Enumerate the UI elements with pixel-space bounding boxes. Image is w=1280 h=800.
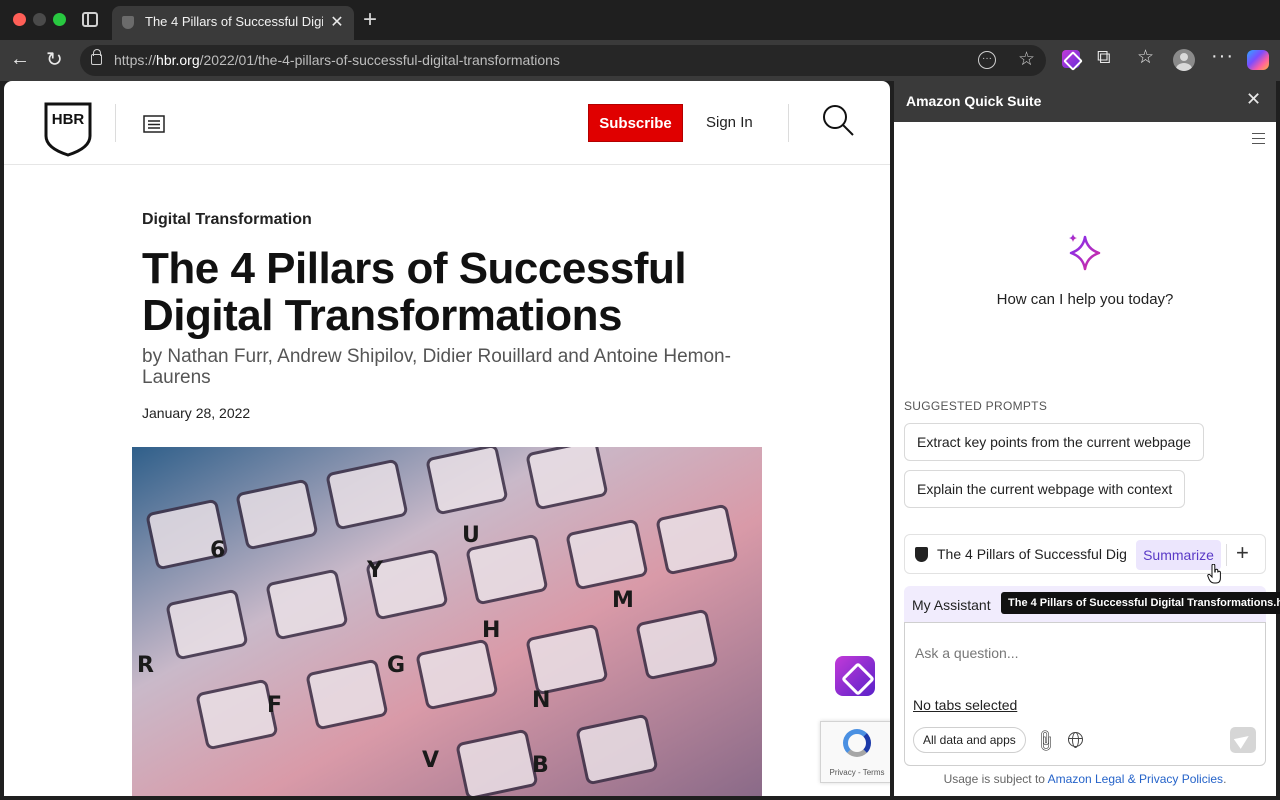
profile-icon[interactable] <box>1173 49 1195 71</box>
browser-window: The 4 Pillars of Successful Digital Tran… <box>0 0 1280 800</box>
hbr-favicon-icon <box>122 16 134 29</box>
svg-text:N: N <box>532 688 550 713</box>
context-page-title: The 4 Pillars of Successful Digital Tran… <box>937 546 1127 562</box>
hand-cursor-icon <box>1207 564 1221 584</box>
recaptcha-icon <box>843 729 871 757</box>
copilot-icon[interactable] <box>1247 50 1269 70</box>
quick-suite-float-button[interactable] <box>835 656 875 696</box>
context-divider <box>1226 544 1227 566</box>
close-window-button[interactable] <box>13 13 26 26</box>
svg-text:Y: Y <box>366 558 384 583</box>
legal-notice: Usage is subject to Amazon Legal & Priva… <box>943 772 1227 786</box>
suggested-prompt[interactable]: Extract key points from the current webp… <box>904 423 1204 461</box>
favorites-icon[interactable]: ☆ <box>1137 46 1154 69</box>
question-composer[interactable]: Ask a question... No tabs selected All d… <box>904 622 1266 766</box>
address-bar[interactable]: https://hbr.org/2022/01/the-4-pillars-of… <box>80 45 1046 76</box>
send-icon[interactable] <box>1230 727 1256 753</box>
greeting-text: How can I help you today? <box>996 291 1174 308</box>
suggested-prompts-label: SUGGESTED PROMPTS <box>904 399 1048 413</box>
hero-image: 6 Y U H G M N F R B V <box>132 447 762 796</box>
puzzle-icon[interactable]: ⧉ <box>1097 47 1111 69</box>
header-divider <box>115 104 116 142</box>
question-input[interactable]: Ask a question... <box>915 645 1019 661</box>
data-scope-button[interactable]: All data and apps <box>913 727 1026 753</box>
panel-header: Amazon Quick Suite ✕ <box>894 81 1276 122</box>
paperclip-icon[interactable]: 📎︎ <box>1031 727 1060 756</box>
sidebar-toggle-icon[interactable] <box>82 12 98 27</box>
svg-text:R: R <box>137 653 154 678</box>
globe-icon[interactable] <box>1068 732 1083 748</box>
reload-icon[interactable]: ↻ <box>46 47 63 72</box>
svg-text:HBR: HBR <box>52 111 85 128</box>
web-page: HBR Subscribe Sign In Digital Transforma… <box>4 81 890 796</box>
header-divider <box>788 104 789 142</box>
maximize-window-button[interactable] <box>53 13 66 26</box>
article-headline: The 4 Pillars of Successful Digital Tran… <box>142 244 687 340</box>
back-icon[interactable]: ← <box>10 48 30 71</box>
article-byline: by Nathan Furr, Andrew Shipilov, Didier … <box>142 346 731 388</box>
legal-link[interactable]: Amazon Legal & Privacy Policies <box>1048 772 1223 786</box>
subscribe-button[interactable]: Subscribe <box>588 104 683 142</box>
star-icon[interactable]: ☆ <box>1018 48 1035 71</box>
recaptcha-links[interactable]: Privacy - Terms <box>821 768 890 777</box>
svg-text:6: 6 <box>210 538 225 563</box>
svg-text:F: F <box>267 693 282 718</box>
quick-suite-extension-icon[interactable] <box>1062 50 1080 68</box>
new-tab-button[interactable]: + <box>363 6 377 34</box>
lock-icon[interactable] <box>91 49 102 65</box>
article-topic[interactable]: Digital Transformation <box>142 211 312 229</box>
file-tooltip: The 4 Pillars of Successful Digital Tran… <box>1001 592 1280 614</box>
add-context-button[interactable]: + <box>1236 540 1249 566</box>
svg-text:V: V <box>422 748 439 773</box>
browser-toolbar: ← ↻ https://hbr.org/2022/01/the-4-pillar… <box>0 40 1280 81</box>
article-date: January 28, 2022 <box>142 405 251 421</box>
sign-in-link[interactable]: Sign In <box>706 114 753 131</box>
svg-text:G: G <box>387 653 405 678</box>
tab-strip: The 4 Pillars of Successful Digital Tran… <box>0 0 1280 40</box>
sparkle-icon <box>1069 234 1101 271</box>
tab-title: The 4 Pillars of Successful Digital Tran… <box>145 14 323 29</box>
menu-icon[interactable] <box>143 115 165 133</box>
close-icon[interactable]: ✕ <box>1246 89 1261 110</box>
hbr-favicon-icon <box>915 547 928 562</box>
more-icon[interactable]: ··· <box>1211 45 1234 68</box>
hbr-logo[interactable]: HBR <box>44 102 92 157</box>
assistant-label: My Assistant <box>912 597 991 613</box>
panel-menu-icon[interactable] <box>1252 133 1265 144</box>
svg-text:B: B <box>532 753 549 778</box>
tab-active[interactable]: The 4 Pillars of Successful Digital Tran… <box>112 6 354 40</box>
minimize-window-button[interactable] <box>33 13 46 26</box>
svg-text:U: U <box>462 523 480 548</box>
svg-text:M: M <box>612 588 634 613</box>
url-text[interactable]: https://hbr.org/2022/01/the-4-pillars-of… <box>114 52 560 68</box>
tab-close-icon[interactable]: ✕ <box>328 12 346 32</box>
svg-text:H: H <box>482 618 500 643</box>
reader-icon[interactable]: ··· <box>978 51 996 69</box>
search-icon[interactable] <box>822 104 854 136</box>
site-header: HBR Subscribe Sign In <box>4 81 890 165</box>
quick-suite-panel: Amazon Quick Suite ✕ How can I help you … <box>894 81 1280 796</box>
tab-selection-link[interactable]: No tabs selected <box>913 697 1017 713</box>
panel-title: Amazon Quick Suite <box>906 93 1042 109</box>
suggested-prompt[interactable]: Explain the current webpage with context <box>904 470 1186 508</box>
recaptcha-badge[interactable]: Privacy - Terms <box>820 721 890 783</box>
